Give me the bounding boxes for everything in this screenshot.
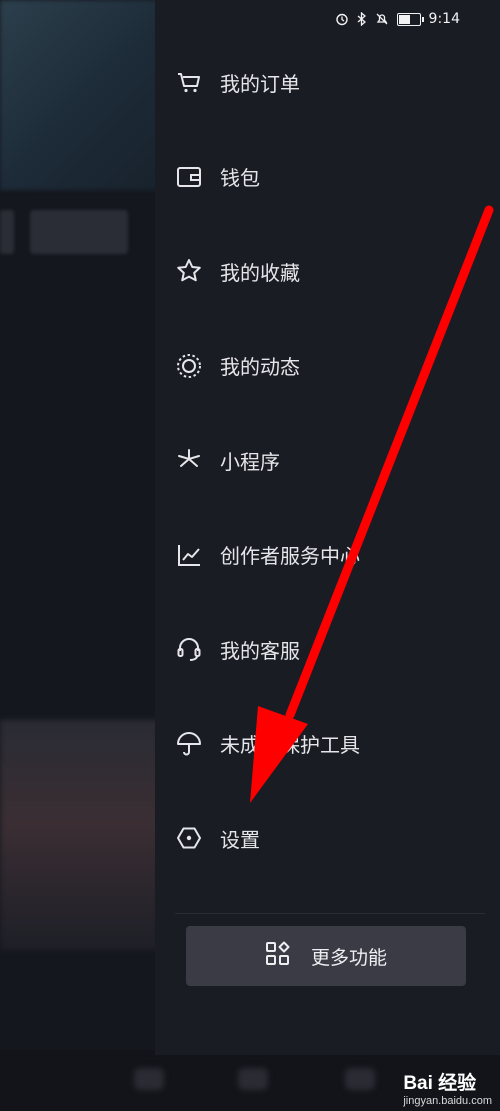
menu-item-label: 创作者服务中心 <box>220 544 360 569</box>
status-bar: 9:14 <box>335 6 460 32</box>
status-time: 9:14 <box>428 11 460 27</box>
background-tab <box>30 210 128 254</box>
moments-icon <box>175 352 203 380</box>
menu-item-minor-protection[interactable]: 未成年保护工具 <box>155 697 500 792</box>
menu-item-settings[interactable]: 设置 <box>155 791 500 886</box>
menu-item-creator-center[interactable]: 创作者服务中心 <box>155 508 500 603</box>
umbrella-icon <box>175 730 203 758</box>
divider <box>175 913 485 914</box>
watermark-url: jingyan.baidu.com <box>403 1095 492 1107</box>
menu-item-label: 我的客服 <box>220 638 300 663</box>
side-drawer: 9:14 我的订单 钱包 我的收藏 我的动态 小程序 创作者服务中心 我的客服 … <box>155 0 500 1055</box>
menu-item-label: 未成年保护工具 <box>220 733 360 758</box>
menu-item-moments[interactable]: 我的动态 <box>155 319 500 414</box>
background-tab <box>0 210 14 254</box>
drawer-menu: 我的订单 钱包 我的收藏 我的动态 小程序 创作者服务中心 我的客服 未成年保护… <box>155 35 500 886</box>
baidu-watermark: Bai 经验 jingyan.baidu.com <box>403 1073 492 1107</box>
menu-item-wallet[interactable]: 钱包 <box>155 130 500 225</box>
menu-item-label: 我的收藏 <box>220 260 300 285</box>
more-features-label: 更多功能 <box>310 946 387 969</box>
menu-item-label: 小程序 <box>220 449 280 474</box>
menu-item-favorites[interactable]: 我的收藏 <box>155 224 500 319</box>
battery-icon <box>396 12 424 26</box>
menu-item-label: 设置 <box>220 827 260 852</box>
menu-item-customer-service[interactable]: 我的客服 <box>155 602 500 697</box>
chart-icon <box>175 541 203 569</box>
hexagon-settings-icon <box>175 824 203 852</box>
mini-program-icon <box>175 446 203 474</box>
menu-item-orders[interactable]: 我的订单 <box>155 35 500 130</box>
cart-icon <box>175 68 203 96</box>
wallet-icon <box>175 163 203 191</box>
background-video-thumbnail <box>0 720 160 950</box>
menu-item-label: 我的订单 <box>220 71 300 96</box>
nav-home-icon[interactable] <box>238 1068 268 1090</box>
alarm-icon <box>335 13 348 26</box>
more-features-button[interactable]: 更多功能 <box>186 926 466 986</box>
bluetooth-icon <box>357 12 366 26</box>
menu-item-label: 我的动态 <box>220 355 300 380</box>
watermark-logo-text: Bai 经验 <box>403 1073 477 1094</box>
mute-bell-icon <box>376 13 388 25</box>
nav-recent-icon[interactable] <box>345 1068 375 1090</box>
headset-icon <box>175 635 203 663</box>
nav-back-icon[interactable] <box>134 1068 164 1090</box>
menu-item-label: 钱包 <box>220 166 260 191</box>
grid-icon <box>265 941 291 972</box>
star-icon <box>175 257 203 285</box>
background-banner <box>0 0 160 190</box>
menu-item-mini-programs[interactable]: 小程序 <box>155 413 500 508</box>
